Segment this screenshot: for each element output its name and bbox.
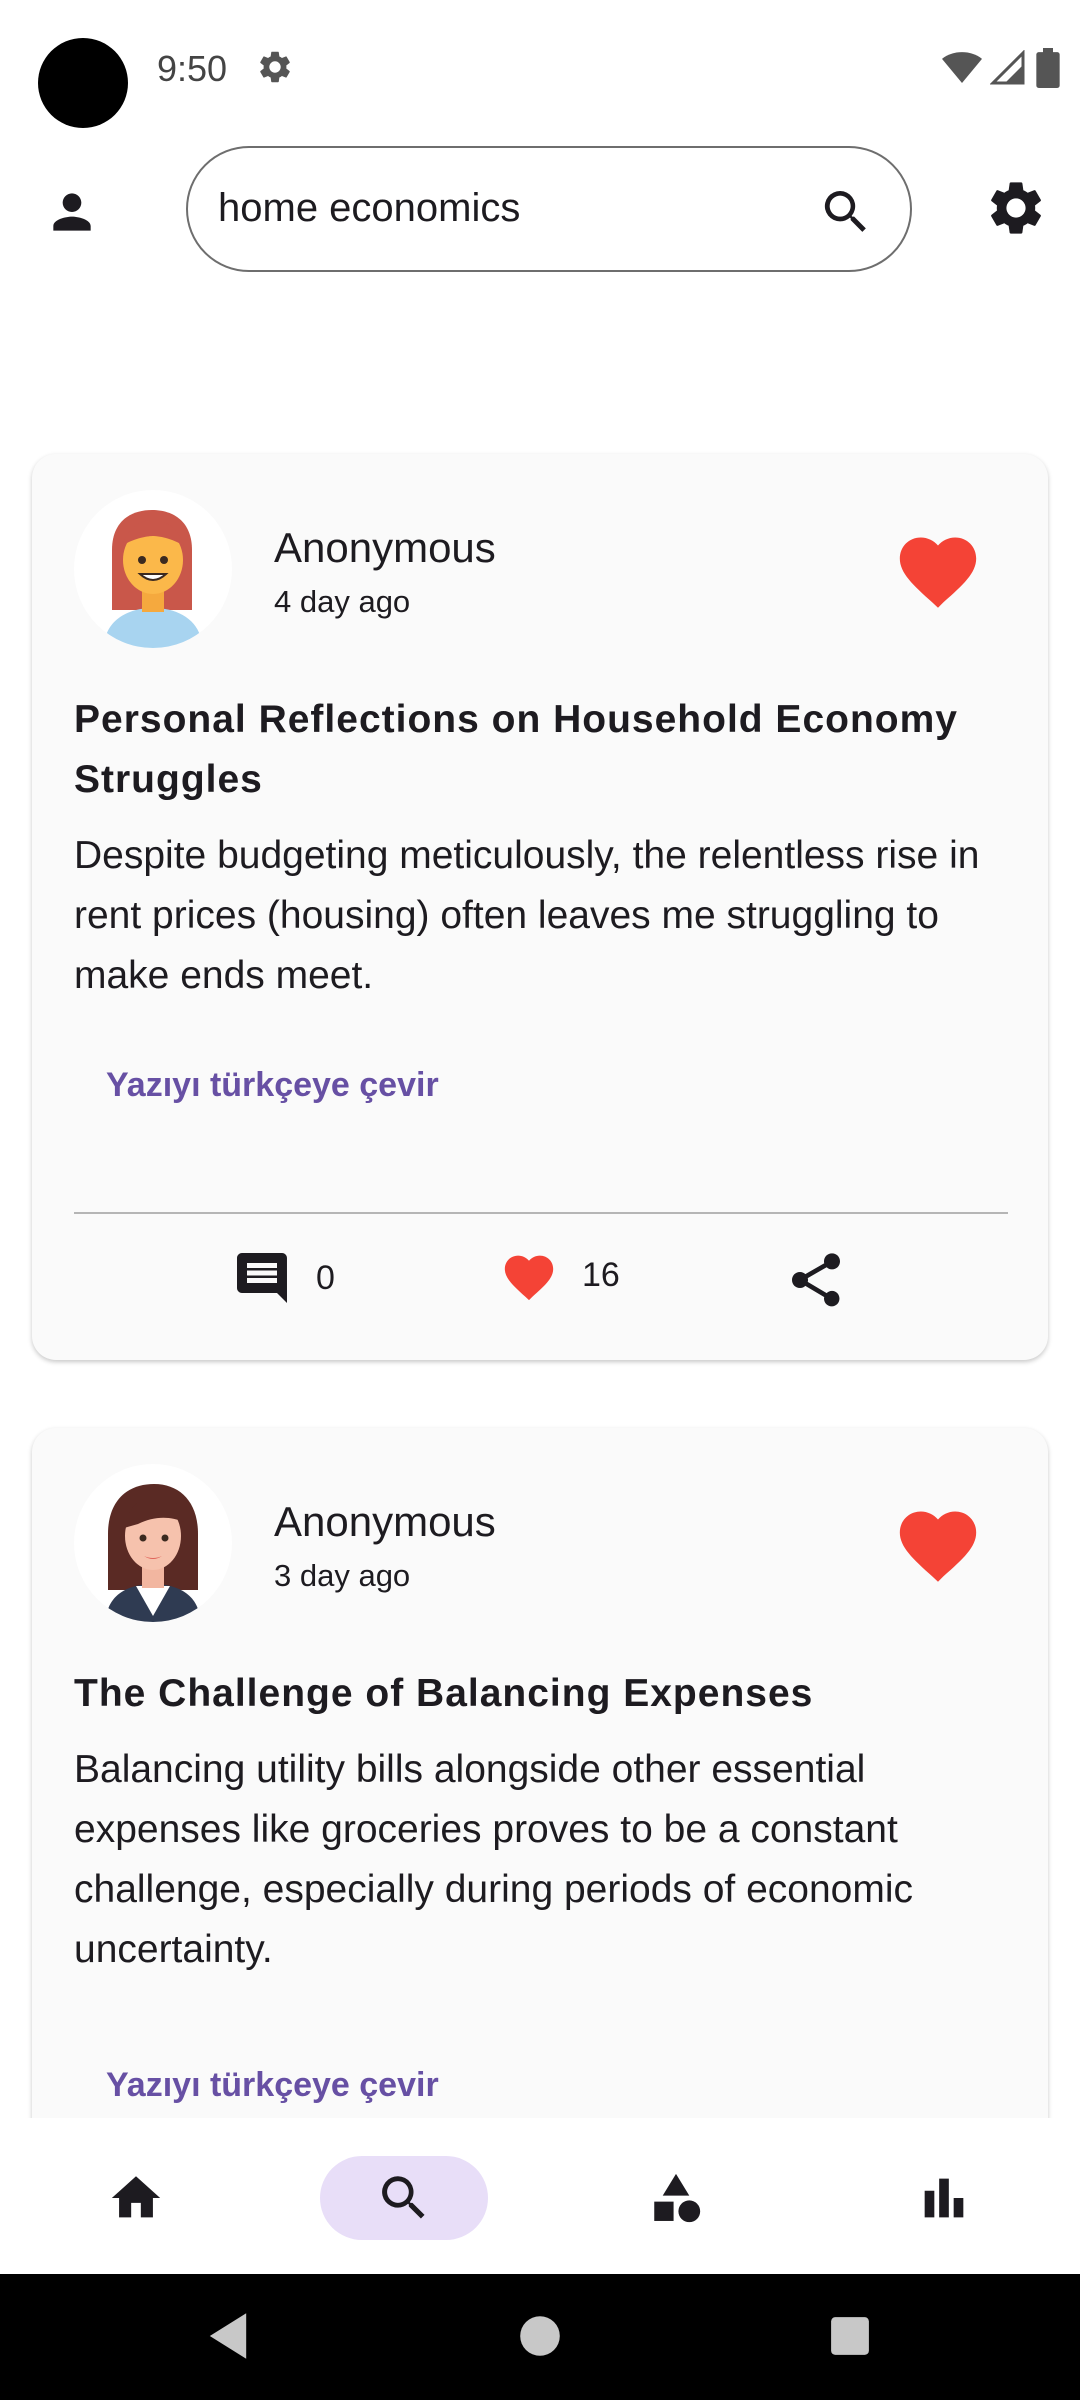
- recents-button[interactable]: [818, 2304, 882, 2368]
- bar-chart-icon: [924, 2178, 964, 2218]
- comment-button[interactable]: 0: [232, 1248, 335, 1308]
- post-time: 4 day ago: [274, 584, 411, 619]
- comment-icon: [237, 1253, 287, 1303]
- search-icon[interactable]: [818, 184, 874, 240]
- post-author: Anonymous: [274, 1498, 496, 1545]
- recents-square-icon: [831, 2317, 869, 2355]
- post-feed[interactable]: Anonymous 4 day ago Personal Reflections…: [0, 280, 1080, 2118]
- comment-count: 0: [316, 1258, 335, 1297]
- status-icons: [942, 48, 1062, 88]
- back-button[interactable]: [196, 2304, 260, 2368]
- avatar-woman-illustration: [106, 1484, 200, 1622]
- post-card[interactable]: Anonymous 4 day ago Personal Reflections…: [32, 454, 1048, 1360]
- battery-icon: [1036, 48, 1060, 88]
- home-icon: [111, 2176, 161, 2218]
- post-body: Balancing utility bills alongside other …: [74, 1748, 913, 1971]
- person-icon: [53, 193, 91, 231]
- avatar: [74, 1464, 232, 1622]
- avatar: [74, 490, 232, 648]
- wifi-icon: [942, 52, 982, 83]
- share-icon[interactable]: [784, 1248, 848, 1312]
- post-actions: 0 16: [32, 1224, 1048, 1344]
- nav-statistics[interactable]: [860, 2156, 1028, 2240]
- post-title: Personal Reflections on Household Econom…: [74, 698, 958, 801]
- nav-home[interactable]: [52, 2156, 220, 2240]
- status-time: 9:50: [157, 48, 228, 89]
- home-circle-icon: [520, 2316, 560, 2356]
- status-bar: 9:50: [0, 0, 1080, 130]
- like-button[interactable]: 16: [500, 1248, 620, 1302]
- home-button[interactable]: [508, 2304, 572, 2368]
- search-bar[interactable]: [186, 146, 912, 272]
- nav-search[interactable]: [320, 2156, 488, 2240]
- app-header: [0, 140, 1080, 280]
- translate-button[interactable]: Yazıyı türkçeye çevir: [106, 1066, 439, 1105]
- cellular-signal-icon: [990, 50, 1025, 85]
- like-count: 16: [582, 1255, 620, 1294]
- post-author: Anonymous: [274, 524, 496, 571]
- post-body: Despite budgeting meticulously, the rele…: [74, 834, 980, 997]
- favorite-heart-icon[interactable]: [892, 526, 984, 610]
- camera-cutout: [38, 38, 128, 128]
- system-navigation-bar: [0, 2274, 1080, 2400]
- heart-icon: [504, 1255, 554, 1301]
- favorite-heart-icon[interactable]: [892, 1500, 984, 1584]
- search-input[interactable]: [218, 178, 778, 238]
- back-triangle-icon: [209, 2313, 247, 2359]
- post-time: 3 day ago: [274, 1558, 411, 1593]
- nav-categories[interactable]: [592, 2156, 760, 2240]
- bottom-navigation: [0, 2118, 1080, 2274]
- divider: [74, 1212, 1008, 1214]
- profile-button[interactable]: [40, 180, 104, 244]
- translate-button[interactable]: Yazıyı türkçeye çevir: [106, 2066, 439, 2105]
- status-settings-icon: [260, 51, 290, 83]
- post-card[interactable]: Anonymous 3 day ago The Challenge of Bal…: [32, 1428, 1048, 2118]
- post-title: The Challenge of Balancing Expenses: [74, 1672, 814, 1715]
- shapes-icon: [654, 2173, 701, 2223]
- search-icon: [382, 2176, 425, 2219]
- avatar-woman-illustration: [104, 510, 202, 648]
- settings-gear-icon[interactable]: [984, 176, 1048, 240]
